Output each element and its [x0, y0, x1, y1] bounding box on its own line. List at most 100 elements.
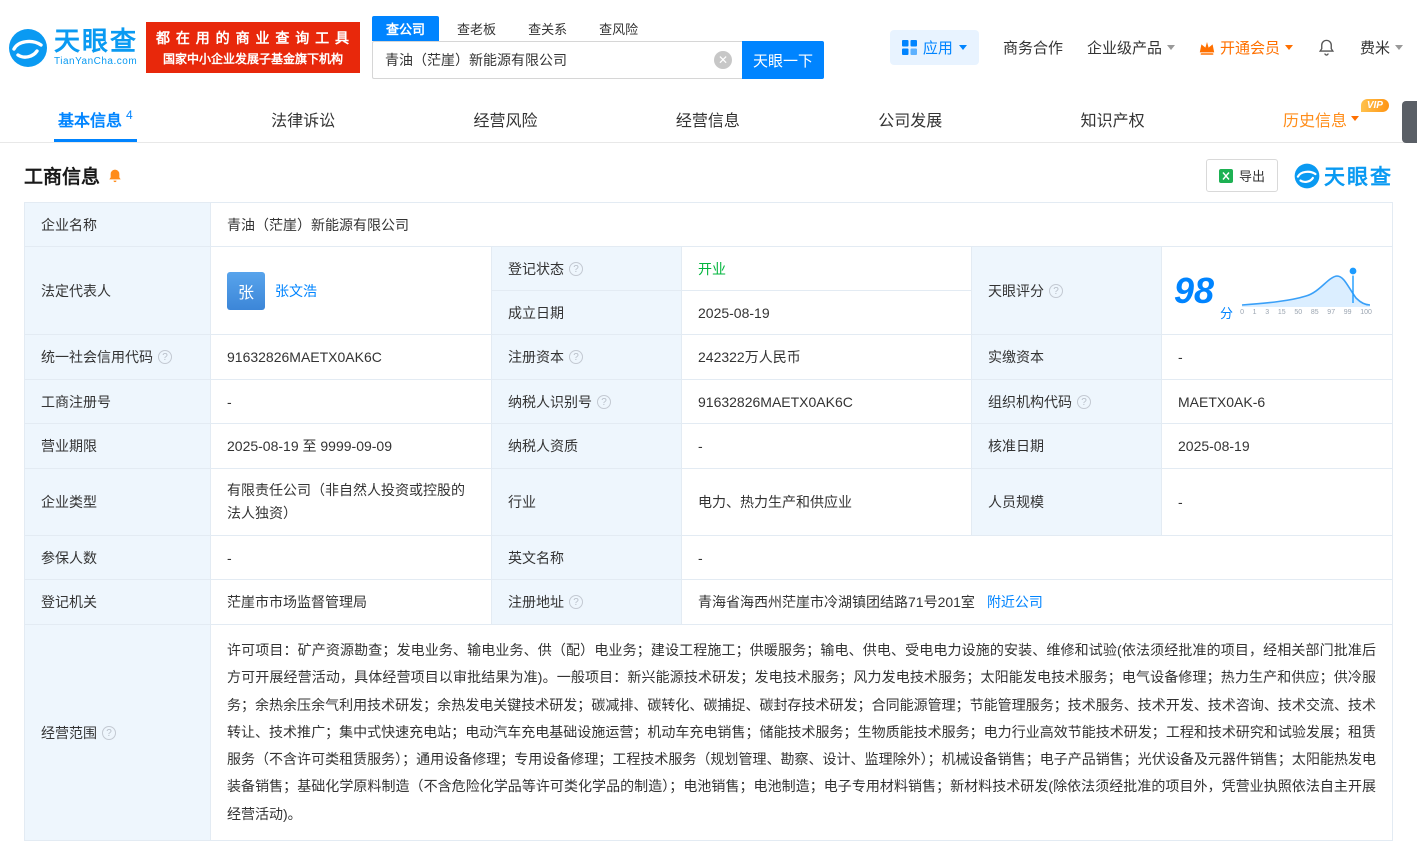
tianyancha-logo-icon [8, 28, 48, 68]
label-text: 经营范围 [41, 723, 97, 743]
help-icon[interactable]: ? [158, 350, 172, 364]
search-tab-boss[interactable]: 查老板 [443, 16, 510, 41]
label-text: 纳税人识别号 [508, 392, 592, 412]
slogan-line1: 都 在 用 的 商 业 查 询 工 具 [156, 28, 350, 48]
label-text: 统一社会信用代码 [41, 347, 153, 367]
field-value-tianyan-score[interactable]: 98 分 0 1 3 15 50 85 97 99 100 [1162, 247, 1393, 335]
value-text: - [227, 550, 232, 566]
search-area: 查公司 查老板 查关系 查风险 ✕ 天眼一下 [372, 16, 824, 79]
value-text: 91632826MAETX0AK6C [227, 349, 382, 365]
status-badge: 开业 [698, 259, 726, 279]
search-tab-company[interactable]: 查公司 [372, 16, 439, 41]
caret-down-icon [1351, 116, 1359, 121]
tick: 0 [1240, 309, 1244, 316]
help-icon[interactable]: ? [597, 395, 611, 409]
field-label-company-type: 企业类型 [25, 469, 211, 536]
help-icon[interactable]: ? [569, 350, 583, 364]
help-icon[interactable]: ? [1077, 395, 1091, 409]
top-bar: 天眼查 TianYanCha.com 都 在 用 的 商 业 查 询 工 具 国… [0, 0, 1417, 95]
tab-company-development[interactable]: 公司发展 [878, 95, 942, 142]
field-label-org-code: 组织机构代码 ? [972, 380, 1162, 424]
tab-basic-info[interactable]: 基本信息 4 [58, 95, 133, 142]
tab-history-info[interactable]: 历史信息 VIP [1283, 95, 1359, 142]
top-menu: 应用 商务合作 企业级产品 开通会员 费米 [890, 30, 1403, 65]
value-text: - [698, 438, 703, 454]
field-label-reg-number: 工商注册号 [25, 380, 211, 424]
search-tab-relation[interactable]: 查关系 [514, 16, 581, 41]
tab-operating-risk[interactable]: 经营风险 [473, 95, 537, 142]
label-text: 注册资本 [508, 347, 564, 367]
field-value-credit-code: 91632826MAETX0AK6C [211, 335, 492, 380]
score-value: 98 [1174, 273, 1214, 309]
business-cooperation-link[interactable]: 商务合作 [1003, 37, 1063, 58]
field-value-established: 2025-08-19 [682, 291, 972, 335]
business-info-table: 企业名称 青油（茫崖）新能源有限公司 法定代表人 张 张文浩 登记状态 ? 开业… [24, 202, 1393, 841]
label-text: 法定代表人 [41, 281, 111, 301]
label-text: 企业类型 [41, 492, 97, 512]
value-text: MAETX0AK-6 [1178, 394, 1265, 410]
help-icon[interactable]: ? [1049, 284, 1063, 298]
search-tabs: 查公司 查老板 查关系 查风险 [372, 16, 824, 41]
logo-domain: TianYanCha.com [54, 56, 138, 67]
caret-down-icon [1395, 45, 1403, 50]
field-value-reg-authority: 茫崖市市场监督管理局 [211, 580, 492, 625]
label-text: 组织机构代码 [988, 392, 1072, 412]
legal-rep-avatar[interactable]: 张 [227, 272, 265, 310]
value-text: - [1178, 494, 1183, 510]
label-text: 核准日期 [988, 436, 1044, 456]
field-value-reg-address: 青海省海西州茫崖市冷湖镇团结路71号201室 附近公司 [682, 580, 1393, 625]
label-text: 营业期限 [41, 436, 97, 456]
clear-icon[interactable]: ✕ [714, 51, 732, 69]
help-icon[interactable]: ? [569, 595, 583, 609]
logo-name: 天眼查 [54, 28, 138, 55]
watermark-brand: 天眼查 [1324, 161, 1393, 191]
value-text: 电力、热力生产和供应业 [698, 492, 852, 512]
tab-intellectual-property[interactable]: 知识产权 [1081, 95, 1145, 142]
apps-label: 应用 [923, 37, 953, 58]
tick: 50 [1294, 309, 1302, 316]
value-text: - [1178, 349, 1183, 365]
label-text: 人员规模 [988, 492, 1044, 512]
value-text: 2025-08-19 [1178, 438, 1250, 454]
value-text: - [698, 550, 703, 566]
vip-upgrade-label: 开通会员 [1220, 37, 1280, 58]
value-text: 茫崖市市场监督管理局 [227, 592, 367, 612]
score-chart: 0 1 3 15 50 85 97 99 100 [1239, 265, 1373, 316]
label-text: 登记机关 [41, 592, 97, 612]
crown-icon [1199, 41, 1215, 55]
section-header: 工商信息 导出 天眼查 [24, 159, 1393, 192]
alert-bell-icon[interactable] [107, 168, 123, 184]
enterprise-products-menu[interactable]: 企业级产品 [1087, 37, 1175, 58]
field-label-credit-code: 统一社会信用代码 ? [25, 335, 211, 380]
notification-bell-icon[interactable] [1317, 38, 1336, 57]
tick: 15 [1278, 309, 1286, 316]
caret-down-icon [959, 45, 967, 50]
help-icon[interactable]: ? [569, 262, 583, 276]
apps-menu[interactable]: 应用 [890, 30, 979, 65]
tab-legal-proceedings[interactable]: 法律诉讼 [271, 95, 335, 142]
field-value-reg-number: - [211, 380, 492, 424]
export-button[interactable]: 导出 [1206, 159, 1278, 192]
value-text: 2025-08-19 至 9999-09-09 [227, 436, 392, 456]
field-label-reg-address: 注册地址 ? [492, 580, 682, 625]
nearby-companies-link[interactable]: 附近公司 [987, 592, 1043, 612]
tianyancha-logo[interactable]: 天眼查 TianYanCha.com [8, 28, 138, 68]
label-text: 参保人数 [41, 548, 97, 568]
label-text: 成立日期 [508, 303, 564, 323]
label-text: 纳税人资质 [508, 436, 578, 456]
score-unit: 分 [1220, 303, 1233, 322]
search-tab-risk[interactable]: 查风险 [585, 16, 652, 41]
tab-operating-info[interactable]: 经营信息 [676, 95, 740, 142]
vip-upgrade-link[interactable]: 开通会员 [1199, 37, 1293, 58]
slogan-line2: 国家中小企业发展子基金旗下机构 [156, 50, 350, 67]
search-button[interactable]: 天眼一下 [742, 41, 824, 79]
floating-side-widget[interactable] [1402, 101, 1417, 143]
user-menu[interactable]: 费米 [1360, 37, 1403, 58]
help-icon[interactable]: ? [102, 726, 116, 740]
tab-count-badge: 4 [126, 108, 133, 122]
field-label-paid-capital: 实缴资本 [972, 335, 1162, 380]
search-input[interactable] [372, 41, 742, 79]
legal-rep-link[interactable]: 张文浩 [275, 281, 317, 301]
value-text: 91632826MAETX0AK6C [698, 394, 853, 410]
tianyancha-logo-icon [1294, 163, 1320, 189]
